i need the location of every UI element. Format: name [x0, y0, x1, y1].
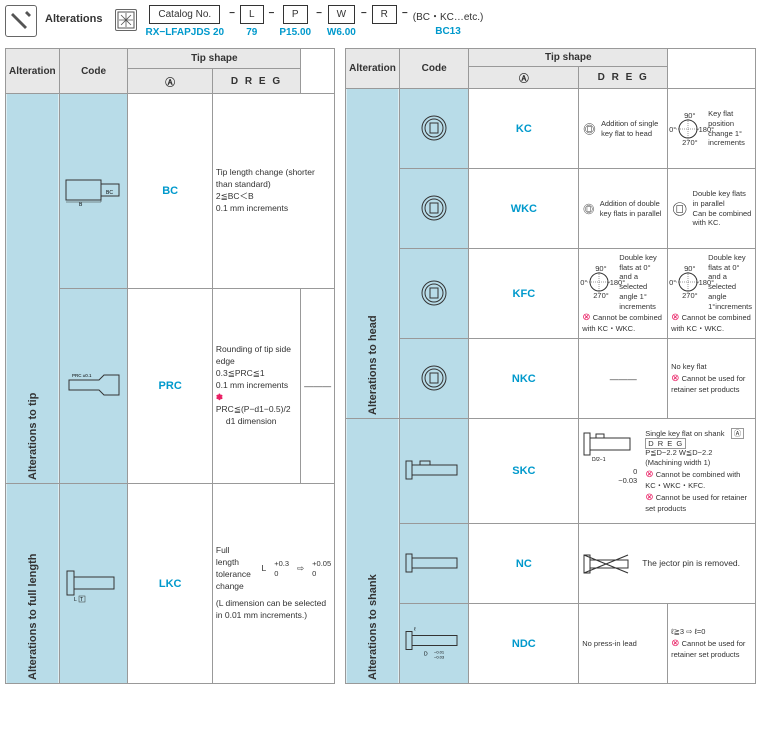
- ndc-d: ℓ≧3 ⇨ ℓ=0 ⊗ Cannot be used for retainer …: [668, 604, 756, 684]
- header-title: Alterations: [45, 13, 102, 25]
- nkc-code: NKC: [469, 339, 579, 419]
- bc-desc: Tip length change (shorter than standard…: [212, 94, 334, 289]
- section-shank: Alterations to shank: [346, 419, 400, 684]
- svg-text:B: B: [79, 202, 83, 208]
- section-head: Alterations to head: [346, 89, 400, 419]
- prc-desc: Rounding of tip side edge 0.3≦PRC≦1 0.1 …: [212, 289, 300, 484]
- lkc-code: LKC: [128, 484, 212, 684]
- w-box: W: [328, 5, 355, 24]
- svg-text:BC: BC: [106, 190, 113, 196]
- l-box: L: [240, 5, 264, 24]
- lkc-diagram: LT: [59, 484, 128, 684]
- th-code: Code: [59, 49, 128, 94]
- nc-desc: The jector pin is removed.: [579, 524, 756, 604]
- ndc-diagram: ℓD−0.01−0.03: [399, 604, 469, 684]
- th-alteration-r: Alteration: [346, 49, 400, 89]
- suffix-label: (BC・KC…etc.): [413, 5, 484, 23]
- prc-dreg: ———: [301, 289, 335, 484]
- skc-desc: D/2−1 0−0.03 Single key flat on shank Ⓐ …: [579, 419, 756, 524]
- nkc-d: No key flat ⊗ Cannot be used for retaine…: [668, 339, 756, 419]
- section-full: Alterations to full length: [6, 484, 60, 684]
- kc-d: 90° 0° -180° 270° Key flat position chan…: [668, 89, 756, 169]
- kfc-code: KFC: [469, 249, 579, 339]
- order-format: Catalog No.RX−LFAPJDS 20 − L79 − PP15.00…: [145, 5, 483, 38]
- skc-diagram: [399, 419, 469, 524]
- svg-text:D: D: [424, 651, 428, 657]
- th-tipshape: Tip shape: [128, 49, 301, 69]
- l-val: 79: [246, 27, 257, 38]
- left-table: Alteration Code Tip shape Ⓐ D R E G Alte…: [5, 48, 335, 684]
- svg-text:ℓ: ℓ: [414, 626, 416, 632]
- bc-code: BC: [128, 94, 212, 289]
- th-alteration: Alteration: [6, 49, 60, 94]
- svg-text:PRC ±0.1: PRC ±0.1: [72, 373, 92, 378]
- lkc-desc: Full length tolerance change L +0.30 ⇨ +…: [212, 484, 334, 684]
- ndc-code: NDC: [469, 604, 579, 684]
- skc-code: SKC: [469, 419, 579, 524]
- w-val: W6.00: [327, 27, 356, 38]
- nkc-diagram: [399, 339, 469, 419]
- bc-diagram: BC B: [59, 94, 128, 289]
- th-tipshape-r: Tip shape: [469, 49, 668, 67]
- wkc-a: Addition of double key flats in parallel: [579, 169, 668, 249]
- suffix-val: BC13: [435, 26, 461, 37]
- th-dreg-r: D R E G: [579, 67, 668, 89]
- nc-code: NC: [469, 524, 579, 604]
- svg-text:−0.03: −0.03: [434, 654, 445, 659]
- th-a-r: Ⓐ: [469, 67, 579, 89]
- kfc-a: 90° 0° -180° 270° Double key flats at 0°…: [579, 249, 668, 339]
- svg-text:L: L: [74, 597, 77, 603]
- right-table: Alteration Code Tip shape Ⓐ D R E G Alte…: [345, 48, 756, 684]
- th-dreg: D R E G: [212, 69, 300, 94]
- prc-diagram: PRC ±0.1: [59, 289, 128, 484]
- kc-a: Addition of single key flat to head: [579, 89, 668, 169]
- kfc-d: 90° 0° -180° 270° Double key flats at 0°…: [668, 249, 756, 339]
- svg-text:T: T: [80, 597, 83, 603]
- th-a: Ⓐ: [128, 69, 212, 94]
- p-box: P: [283, 5, 308, 24]
- kc-code: KC: [469, 89, 579, 169]
- prc-code: PRC: [128, 289, 212, 484]
- section-tip: Alterations to tip: [6, 94, 60, 484]
- kc-diagram: [399, 89, 469, 169]
- ndc-a: No press-in lead: [579, 604, 668, 684]
- r-box: R: [372, 5, 397, 24]
- alterations-icon: [5, 5, 37, 37]
- p-val: P15.00: [279, 27, 311, 38]
- wkc-d: Double key flats in parallel Can be comb…: [668, 169, 756, 249]
- nc-diagram: [399, 524, 469, 604]
- wkc-diagram: [399, 169, 469, 249]
- catalog-val: RX−LFAPJDS 20: [145, 27, 224, 38]
- rx-icon: [115, 9, 137, 31]
- th-code-r: Code: [399, 49, 469, 89]
- wkc-code: WKC: [469, 169, 579, 249]
- svg-text:D/2−1: D/2−1: [592, 457, 606, 463]
- catalog-box: Catalog No.: [149, 5, 220, 24]
- nkc-a: ———: [579, 339, 668, 419]
- kfc-diagram: [399, 249, 469, 339]
